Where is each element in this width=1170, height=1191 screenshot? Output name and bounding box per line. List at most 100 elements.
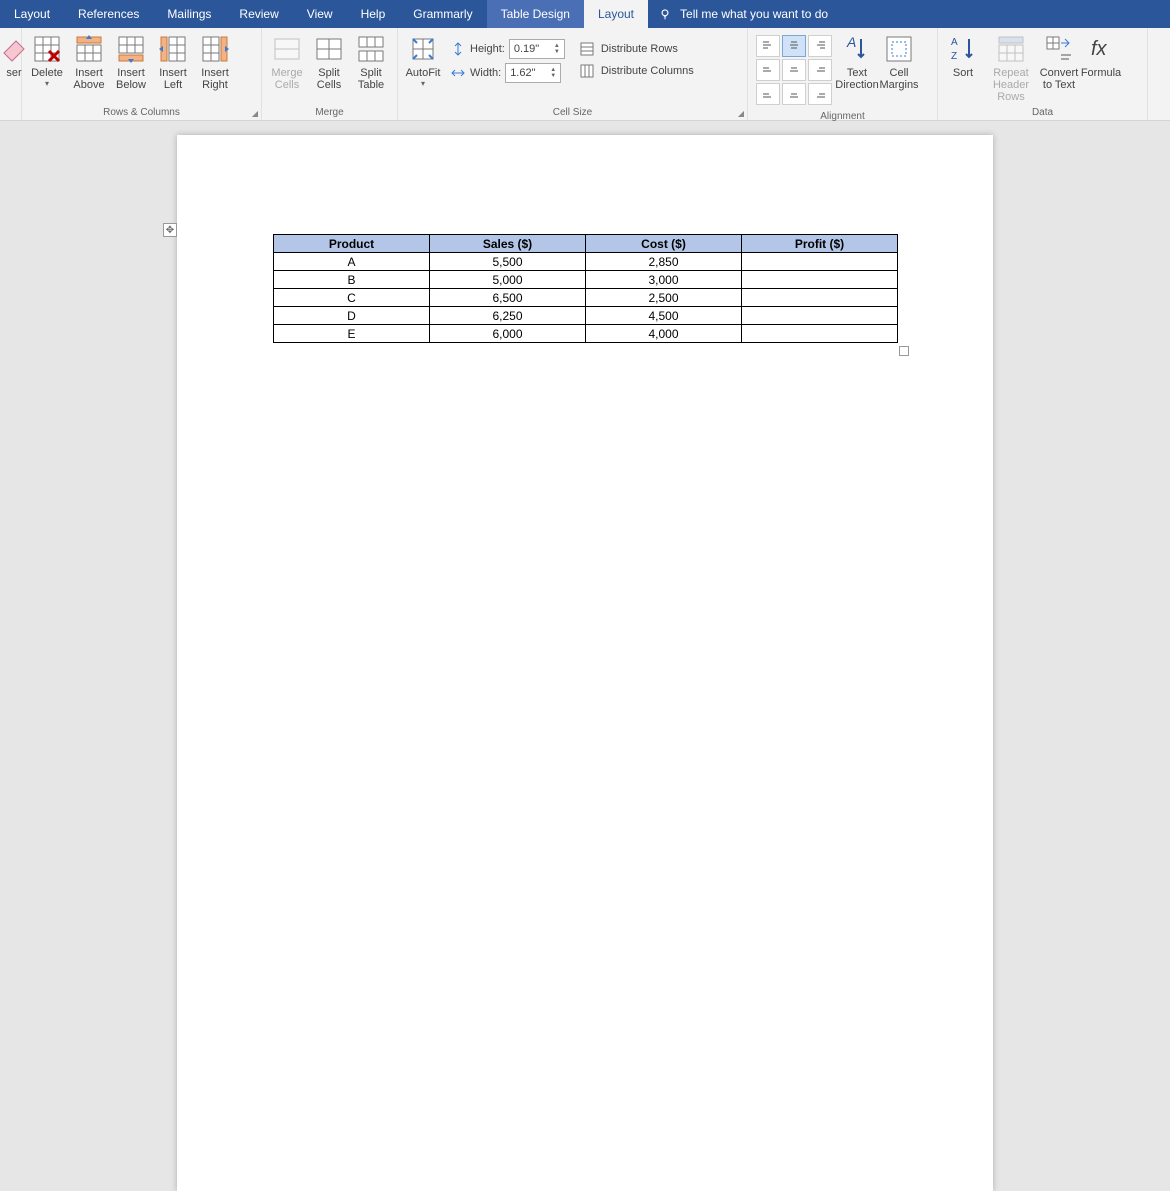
- table-cell[interactable]: B: [274, 271, 430, 289]
- tabs-bar: Layout References Mailings Review View H…: [0, 0, 1170, 28]
- formula-label: Formula: [1081, 67, 1121, 79]
- align-mid-center[interactable]: [782, 59, 806, 81]
- table-cell[interactable]: E: [274, 325, 430, 343]
- insert-right-icon: [199, 33, 231, 65]
- tab-table-layout[interactable]: Layout: [584, 0, 648, 28]
- table-cell[interactable]: 4,500: [586, 307, 742, 325]
- height-input[interactable]: 0.19"▲▼: [509, 39, 565, 59]
- distribute-cols-label: Distribute Columns: [601, 65, 694, 77]
- cell-margins-button[interactable]: Cell Margins: [878, 31, 920, 93]
- tell-me-label: Tell me what you want to do: [680, 7, 828, 21]
- eraser-label: ser: [6, 67, 21, 79]
- autofit-icon: [407, 33, 439, 65]
- col-cost[interactable]: Cost ($): [586, 235, 742, 253]
- table-row[interactable]: A5,5002,850: [274, 253, 898, 271]
- tab-references[interactable]: References: [64, 0, 153, 28]
- table-cell[interactable]: [742, 253, 898, 271]
- table-row[interactable]: D6,2504,500: [274, 307, 898, 325]
- distribute-rows-label: Distribute Rows: [601, 43, 678, 55]
- sort-label: Sort: [953, 67, 973, 79]
- eraser-button[interactable]: ser: [4, 31, 24, 81]
- align-top-center[interactable]: [782, 35, 806, 57]
- table-row[interactable]: B5,0003,000: [274, 271, 898, 289]
- autofit-button[interactable]: AutoFit ▾: [402, 31, 444, 90]
- text-direction-label: Text Direction: [835, 67, 878, 91]
- insert-above-button[interactable]: Insert Above: [68, 31, 110, 93]
- page[interactable]: ✥ Product Sales ($) Cost ($) Profit ($) …: [177, 135, 993, 1191]
- table-move-handle[interactable]: ✥: [163, 223, 177, 237]
- table-header-row[interactable]: Product Sales ($) Cost ($) Profit ($): [274, 235, 898, 253]
- text-direction-icon: A: [841, 33, 873, 65]
- align-mid-right[interactable]: [808, 59, 832, 81]
- ribbon: ser Delete ▾ Insert Above Insert Below I…: [0, 28, 1170, 121]
- split-table-icon: [355, 33, 387, 65]
- sort-button[interactable]: AZ Sort: [942, 31, 984, 81]
- table-cell[interactable]: 6,500: [430, 289, 586, 307]
- table-cell[interactable]: 5,000: [430, 271, 586, 289]
- tab-mailings[interactable]: Mailings: [153, 0, 225, 28]
- insert-right-label: Insert Right: [196, 67, 234, 91]
- dialog-launcher-icon[interactable]: ◢: [252, 109, 258, 118]
- table-cell[interactable]: A: [274, 253, 430, 271]
- col-sales[interactable]: Sales ($): [430, 235, 586, 253]
- delete-button[interactable]: Delete ▾: [26, 31, 68, 90]
- distribute-rows-button[interactable]: Distribute Rows: [579, 41, 694, 57]
- table-cell[interactable]: 2,850: [586, 253, 742, 271]
- text-direction-button[interactable]: A Text Direction: [836, 31, 878, 93]
- insert-right-button[interactable]: Insert Right: [194, 31, 236, 93]
- convert-text-button[interactable]: Convert to Text: [1038, 31, 1080, 93]
- tab-review[interactable]: Review: [225, 0, 292, 28]
- table-cell[interactable]: 4,000: [586, 325, 742, 343]
- align-bot-center[interactable]: [782, 83, 806, 105]
- convert-text-label: Convert to Text: [1040, 67, 1079, 91]
- table-cell[interactable]: C: [274, 289, 430, 307]
- chevron-down-icon: ▾: [45, 79, 49, 88]
- tab-layout[interactable]: Layout: [0, 0, 64, 28]
- merge-cells-icon: [271, 33, 303, 65]
- col-product[interactable]: Product: [274, 235, 430, 253]
- insert-below-icon: [115, 33, 147, 65]
- align-top-left[interactable]: [756, 35, 780, 57]
- width-input[interactable]: 1.62"▲▼: [505, 63, 561, 83]
- split-table-button[interactable]: Split Table: [350, 31, 392, 93]
- table-row[interactable]: C6,5002,500: [274, 289, 898, 307]
- table-cell[interactable]: 3,000: [586, 271, 742, 289]
- split-cells-button[interactable]: Split Cells: [308, 31, 350, 93]
- cell-margins-label: Cell Margins: [879, 67, 918, 91]
- lightbulb-icon: [658, 7, 672, 21]
- tab-grammarly[interactable]: Grammarly: [399, 0, 486, 28]
- table-cell[interactable]: [742, 307, 898, 325]
- table-cell[interactable]: [742, 271, 898, 289]
- table-cell[interactable]: 6,000: [430, 325, 586, 343]
- svg-text:Z: Z: [951, 51, 957, 62]
- col-profit[interactable]: Profit ($): [742, 235, 898, 253]
- tell-me-search[interactable]: Tell me what you want to do: [648, 7, 838, 21]
- align-bot-left[interactable]: [756, 83, 780, 105]
- sort-icon: AZ: [947, 33, 979, 65]
- table-cell[interactable]: D: [274, 307, 430, 325]
- group-label-data: Data: [938, 105, 1147, 120]
- table-cell[interactable]: [742, 289, 898, 307]
- table-cell[interactable]: 2,500: [586, 289, 742, 307]
- tab-view[interactable]: View: [293, 0, 347, 28]
- table-resize-handle[interactable]: [899, 346, 909, 356]
- table-cell[interactable]: 5,500: [430, 253, 586, 271]
- formula-button[interactable]: fx Formula: [1080, 31, 1122, 81]
- insert-below-button[interactable]: Insert Below: [110, 31, 152, 93]
- distribute-cols-button[interactable]: Distribute Columns: [579, 63, 694, 79]
- svg-text:fx: fx: [1091, 38, 1108, 60]
- merge-cells-button: Merge Cells: [266, 31, 308, 93]
- align-top-right[interactable]: [808, 35, 832, 57]
- insert-left-button[interactable]: Insert Left: [152, 31, 194, 93]
- table-cell[interactable]: [742, 325, 898, 343]
- tab-help[interactable]: Help: [347, 0, 400, 28]
- svg-text:A: A: [951, 37, 958, 48]
- formula-icon: fx: [1085, 33, 1117, 65]
- align-mid-left[interactable]: [756, 59, 780, 81]
- table-cell[interactable]: 6,250: [430, 307, 586, 325]
- align-bot-right[interactable]: [808, 83, 832, 105]
- tab-table-design[interactable]: Table Design: [487, 0, 584, 28]
- table-row[interactable]: E6,0004,000: [274, 325, 898, 343]
- dialog-launcher-icon[interactable]: ◢: [738, 109, 744, 118]
- data-table[interactable]: Product Sales ($) Cost ($) Profit ($) A5…: [273, 234, 898, 343]
